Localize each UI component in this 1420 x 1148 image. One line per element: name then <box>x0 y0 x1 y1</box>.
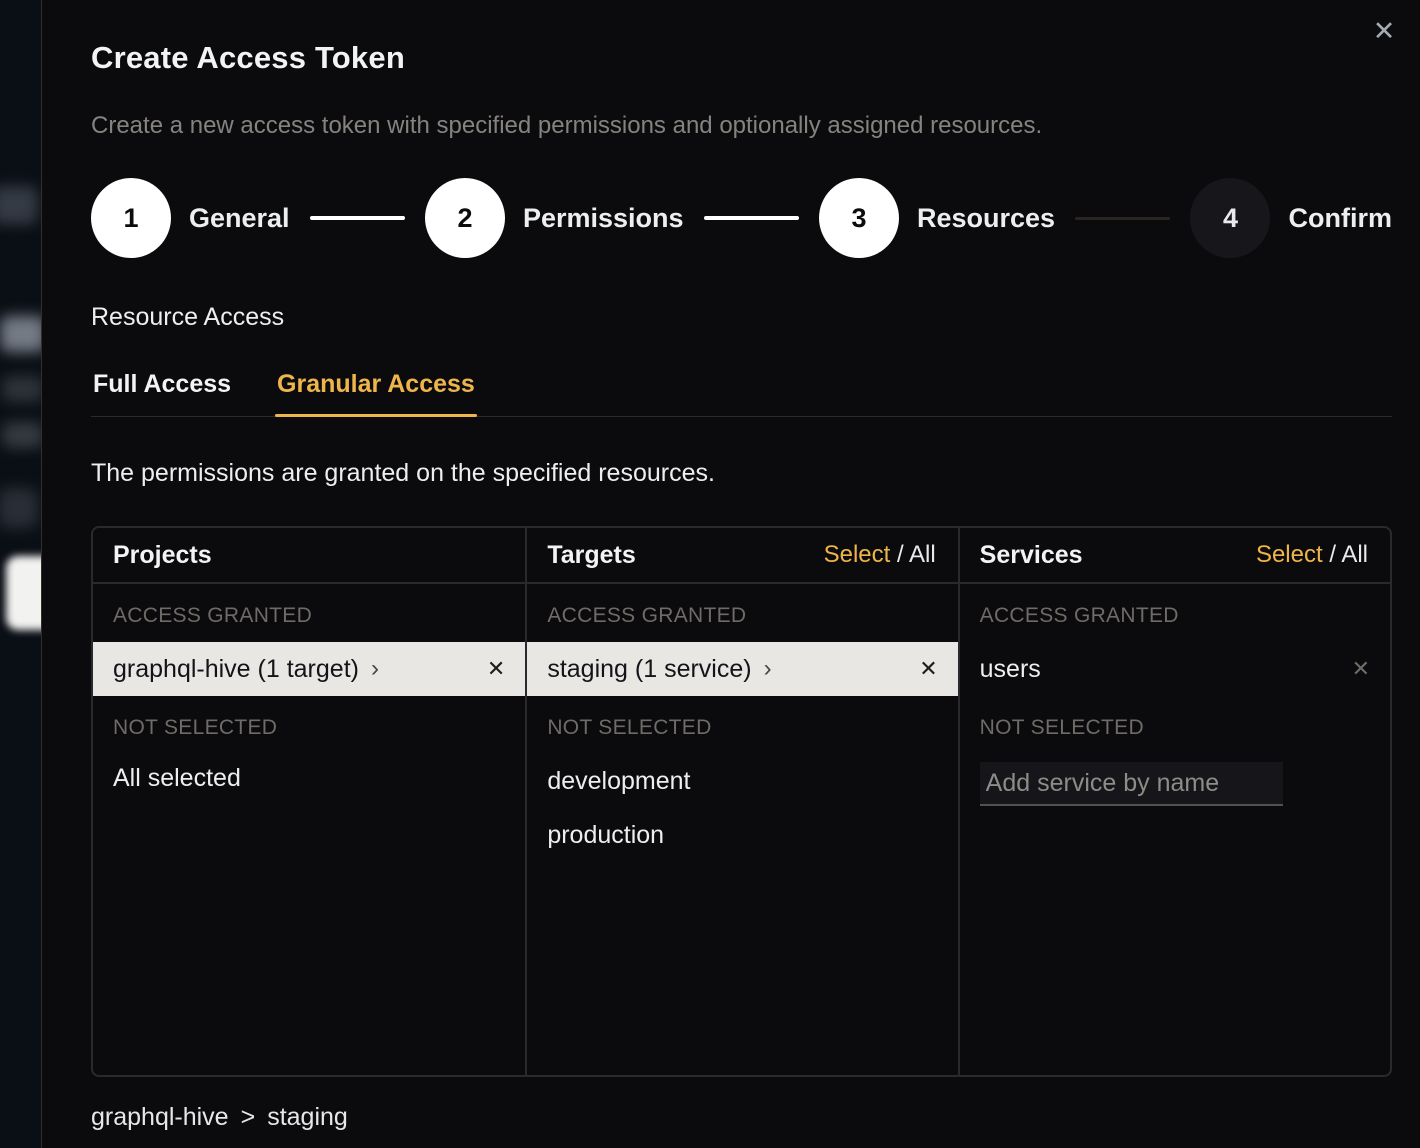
services-column: Services Select / All ACCESS GRANTED use… <box>958 528 1390 1075</box>
backdrop-blur-blob <box>0 316 41 352</box>
remove-service-icon[interactable]: ✕ <box>1352 658 1370 680</box>
add-service-input[interactable] <box>980 762 1283 806</box>
create-access-token-modal: ✕ Create Access Token Create a new acces… <box>41 0 1420 1148</box>
services-not-selected-label: NOT SELECTED <box>960 696 1390 754</box>
breadcrumb-separator-icon: > <box>241 1103 256 1132</box>
step-confirm[interactable]: 4 Confirm <box>1190 178 1392 258</box>
project-row-graphql-hive[interactable]: graphql-hive (1 target) › ✕ <box>93 642 525 696</box>
project-row-label: graphql-hive (1 target) <box>113 655 359 684</box>
step-number-circle: 2 <box>425 178 505 258</box>
resource-access-heading: Resource Access <box>91 303 1392 332</box>
step-connector <box>310 216 405 220</box>
step-label: Resources <box>917 203 1055 234</box>
step-number-circle: 4 <box>1190 178 1270 258</box>
granular-access-description: The permissions are granted on the speci… <box>91 459 1392 488</box>
step-connector <box>1075 217 1170 220</box>
projects-not-selected-label: NOT SELECTED <box>93 696 525 754</box>
step-general[interactable]: 1 General <box>91 178 290 258</box>
backdrop-blur-blob <box>6 556 41 630</box>
step-number-circle: 3 <box>819 178 899 258</box>
remove-project-icon[interactable]: ✕ <box>487 658 505 680</box>
access-mode-tabs: Full Access Granular Access <box>91 370 1392 417</box>
targets-all-link[interactable]: All <box>909 541 936 568</box>
target-row-label: development <box>547 767 690 796</box>
projects-all-selected-note: All selected <box>93 754 525 803</box>
targets-access-granted-label: ACCESS GRANTED <box>527 584 957 642</box>
services-select-all: Select / All <box>1256 541 1368 569</box>
step-resources[interactable]: 3 Resources <box>819 178 1055 258</box>
targets-column: Targets Select / All ACCESS GRANTED stag… <box>525 528 957 1075</box>
wizard-stepper: 1 General 2 Permissions 3 Resources 4 Co… <box>91 178 1392 258</box>
target-row-label: production <box>547 821 664 850</box>
step-permissions[interactable]: 2 Permissions <box>425 178 684 258</box>
target-row-development[interactable]: development <box>527 754 957 808</box>
close-icon[interactable]: ✕ <box>1366 13 1402 49</box>
modal-subtitle: Create a new access token with specified… <box>91 112 1392 140</box>
targets-select-all: Select / All <box>824 541 936 569</box>
targets-column-title: Targets <box>547 541 635 570</box>
step-number-circle: 1 <box>91 178 171 258</box>
breadcrumb-target: staging <box>267 1103 348 1132</box>
target-row-production[interactable]: production <box>527 808 957 862</box>
backdrop-blur-blob <box>0 186 38 224</box>
backdrop-blur-blob <box>0 488 38 528</box>
services-select-link[interactable]: Select <box>1256 541 1323 568</box>
targets-select-link[interactable]: Select <box>824 541 891 568</box>
background-page <box>0 0 41 1148</box>
services-all-link[interactable]: All <box>1341 541 1368 568</box>
remove-target-icon[interactable]: ✕ <box>919 658 937 680</box>
step-label: Confirm <box>1288 203 1392 234</box>
projects-column-header: Projects <box>93 528 525 584</box>
modal-title: Create Access Token <box>91 40 1392 76</box>
breadcrumb: graphql-hive > staging <box>91 1103 1392 1132</box>
target-row-staging[interactable]: staging (1 service) › ✕ <box>527 642 957 696</box>
backdrop-blur-blob <box>2 422 41 448</box>
projects-column-title: Projects <box>113 541 212 570</box>
chevron-right-icon: › <box>371 657 379 681</box>
backdrop-blur-blob <box>2 376 41 402</box>
targets-select-divider: / <box>897 541 904 568</box>
resource-selector-table: Projects ACCESS GRANTED graphql-hive (1 … <box>91 526 1392 1077</box>
targets-column-header: Targets Select / All <box>527 528 957 584</box>
services-column-title: Services <box>980 541 1083 570</box>
step-connector <box>704 216 799 220</box>
service-row-users[interactable]: users ✕ <box>960 642 1390 696</box>
tab-granular-access[interactable]: Granular Access <box>275 370 477 416</box>
target-row-label: staging (1 service) <box>547 655 751 684</box>
projects-column: Projects ACCESS GRANTED graphql-hive (1 … <box>93 528 525 1075</box>
breadcrumb-project: graphql-hive <box>91 1103 229 1132</box>
services-access-granted-label: ACCESS GRANTED <box>960 584 1390 642</box>
projects-access-granted-label: ACCESS GRANTED <box>93 584 525 642</box>
service-row-label: users <box>980 655 1041 684</box>
services-select-divider: / <box>1329 541 1336 568</box>
chevron-right-icon: › <box>764 657 772 681</box>
step-label: General <box>189 203 290 234</box>
step-label: Permissions <box>523 203 684 234</box>
tab-full-access[interactable]: Full Access <box>91 370 233 416</box>
services-column-header: Services Select / All <box>960 528 1390 584</box>
targets-not-selected-label: NOT SELECTED <box>527 696 957 754</box>
